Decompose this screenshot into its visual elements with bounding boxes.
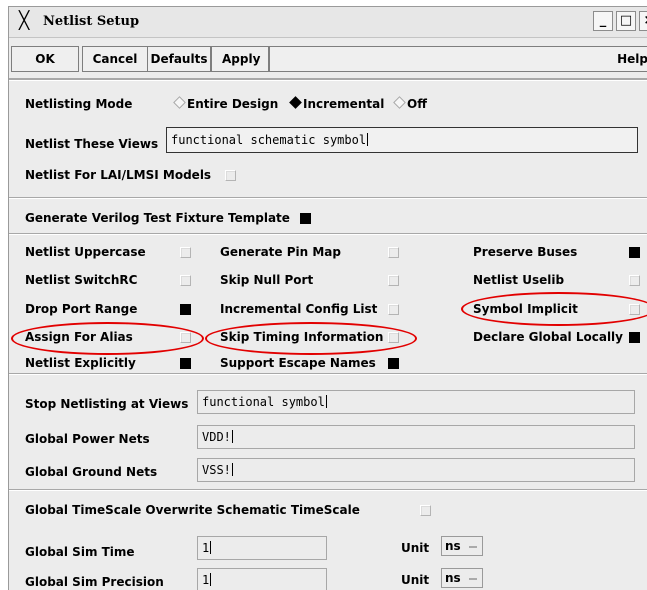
sim-precision-unit-select[interactable]: ns: [441, 568, 483, 588]
netlist-explicitly-checkbox[interactable]: [180, 358, 191, 369]
verilog-template-checkbox[interactable]: [300, 213, 311, 224]
lai-models-label: Netlist For LAI/LMSI Models: [25, 168, 212, 182]
option-label: Netlist Explicitly: [25, 356, 136, 370]
netlist-setup-window: ╳ Netlist Setup _ □ × OK Cancel Defaults…: [8, 6, 647, 590]
option-menu-indicator-icon: [469, 578, 477, 580]
preserve-buses-checkbox[interactable]: [629, 247, 640, 258]
radio-incremental[interactable]: Incremental: [289, 96, 384, 112]
global-nets-section: Stop Netlisting at Views functional symb…: [9, 373, 647, 490]
radio-label: Off: [407, 97, 427, 111]
option-label: Preserve Buses: [473, 245, 578, 259]
verilog-template-label: Generate Verilog Test Fixture Template: [25, 211, 290, 225]
assign-for-alias-checkbox[interactable]: [180, 332, 191, 343]
cancel-button[interactable]: Cancel: [82, 46, 148, 72]
window-title: Netlist Setup: [43, 14, 140, 29]
netlist-mode-section: Netlisting Mode Entire Design Incrementa…: [9, 79, 647, 198]
option-label: Declare Global Locally: [473, 330, 623, 344]
button-bar: OK Cancel Defaults Apply Help: [9, 38, 647, 79]
netlisting-mode-label: Netlisting Mode: [25, 97, 133, 111]
radio-off[interactable]: Off: [393, 96, 427, 112]
global-ground-nets-value: VSS!: [202, 463, 231, 477]
defaults-button[interactable]: Defaults: [147, 46, 211, 72]
option-label: Generate Pin Map: [220, 245, 341, 259]
global-power-nets-value: VDD!: [202, 430, 231, 444]
radio-entire-design[interactable]: Entire Design: [173, 96, 278, 112]
global-sim-time-value: 1: [202, 541, 210, 555]
text-caret: [367, 133, 369, 146]
text-caret: [210, 573, 212, 586]
radio-off-icon: [173, 96, 186, 109]
option-label: Netlist Uselib: [473, 273, 565, 287]
option-label: Drop Port Range: [25, 302, 138, 316]
option-label: Skip Timing Information: [220, 330, 384, 344]
netlist-options-section: Netlist Uppercase Netlist SwitchRC Drop …: [9, 233, 647, 374]
option-label: Skip Null Port: [220, 273, 314, 287]
global-sim-time-input[interactable]: 1: [197, 536, 327, 560]
timescale-overwrite-checkbox[interactable]: [420, 505, 431, 516]
ok-button[interactable]: OK: [11, 46, 79, 72]
netlist-switchrc-checkbox[interactable]: [180, 275, 191, 286]
skip-null-port-checkbox[interactable]: [388, 275, 399, 286]
option-label: Netlist SwitchRC: [25, 273, 138, 287]
close-button[interactable]: ×: [639, 11, 647, 31]
symbol-implicit-checkbox[interactable]: [629, 304, 640, 315]
title-bar[interactable]: ╳ Netlist Setup _ □ ×: [9, 7, 647, 38]
help-button[interactable]: Help: [269, 46, 647, 72]
text-caret: [325, 395, 327, 408]
verilog-section: Generate Verilog Test Fixture Template: [9, 197, 647, 234]
option-label: Netlist Uppercase: [25, 245, 146, 259]
global-power-nets-label: Global Power Nets: [25, 432, 150, 446]
minimize-button[interactable]: _: [593, 11, 613, 31]
radio-off-icon: [393, 96, 406, 109]
incremental-config-list-checkbox[interactable]: [388, 304, 399, 315]
option-menu-indicator-icon: [469, 546, 477, 548]
option-label: Support Escape Names: [220, 356, 376, 370]
apply-button[interactable]: Apply: [211, 46, 269, 72]
support-escape-names-checkbox[interactable]: [388, 358, 399, 369]
global-power-nets-input[interactable]: VDD!: [197, 425, 635, 449]
skip-timing-information-checkbox[interactable]: [388, 332, 399, 343]
x-window-icon: ╳: [19, 11, 30, 31]
sim-precision-unit-value: ns: [445, 571, 461, 585]
stop-netlisting-value: functional symbol: [202, 395, 325, 409]
netlist-views-label: Netlist These Views: [25, 137, 159, 151]
global-sim-precision-input[interactable]: 1: [197, 568, 327, 590]
netlist-views-value: functional schematic symbol: [171, 133, 367, 147]
sim-time-unit-select[interactable]: ns: [441, 536, 483, 556]
netlist-uselib-checkbox[interactable]: [629, 275, 640, 286]
global-sim-precision-label: Global Sim Precision: [25, 575, 164, 589]
netlist-views-input[interactable]: functional schematic symbol: [166, 127, 638, 153]
lai-models-checkbox[interactable]: [225, 170, 236, 181]
stop-netlisting-input[interactable]: functional symbol: [197, 390, 635, 414]
generate-pin-map-checkbox[interactable]: [388, 247, 399, 258]
global-ground-nets-input[interactable]: VSS!: [197, 458, 635, 482]
global-sim-time-label: Global Sim Time: [25, 545, 135, 559]
sim-time-unit-label: Unit: [401, 541, 430, 555]
radio-label: Entire Design: [187, 97, 279, 111]
sim-precision-unit-label: Unit: [401, 573, 430, 587]
text-caret: [231, 463, 233, 476]
option-label: Incremental Config List: [220, 302, 378, 316]
declare-global-locally-checkbox[interactable]: [629, 332, 640, 343]
stop-netlisting-label: Stop Netlisting at Views: [25, 397, 189, 411]
radio-on-icon: [289, 96, 302, 109]
netlist-uppercase-checkbox[interactable]: [180, 247, 191, 258]
global-ground-nets-label: Global Ground Nets: [25, 465, 158, 479]
timescale-section: Global TimeScale Overwrite Schematic Tim…: [9, 489, 647, 590]
option-label: Symbol Implicit: [473, 302, 578, 316]
global-sim-precision-value: 1: [202, 573, 210, 587]
maximize-button[interactable]: □: [616, 11, 636, 31]
radio-label: Incremental: [303, 97, 385, 111]
text-caret: [210, 541, 212, 554]
sim-time-unit-value: ns: [445, 539, 461, 553]
option-label: Assign For Alias: [25, 330, 133, 344]
drop-port-range-checkbox[interactable]: [180, 304, 191, 315]
text-caret: [231, 430, 233, 443]
timescale-overwrite-label: Global TimeScale Overwrite Schematic Tim…: [25, 503, 360, 517]
